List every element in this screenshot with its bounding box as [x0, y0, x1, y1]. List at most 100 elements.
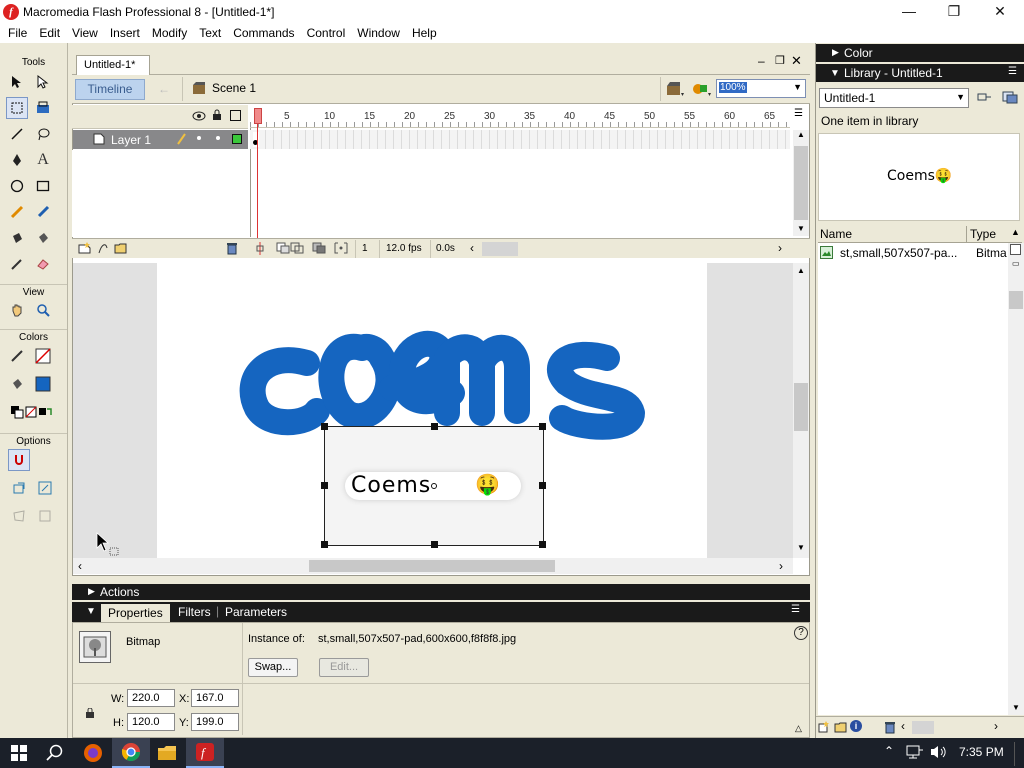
transform-handle[interactable]: [321, 541, 328, 548]
scroll-left-icon[interactable]: ‹: [901, 719, 905, 733]
scene-label[interactable]: Scene 1: [212, 81, 256, 95]
eyedropper-tool-icon[interactable]: [6, 253, 28, 275]
hand-tool-icon[interactable]: [6, 299, 28, 321]
swap-button[interactable]: Swap...: [248, 658, 298, 677]
layer-row[interactable]: Layer 1: [73, 130, 248, 149]
menu-window[interactable]: Window: [351, 26, 406, 40]
doc-restore-icon[interactable]: ❐: [775, 54, 785, 67]
chevron-down-icon[interactable]: ▼: [956, 92, 965, 102]
swap-colors-icon[interactable]: [34, 401, 56, 423]
stage-vscroll[interactable]: ▲ ▼: [793, 263, 809, 558]
network-icon[interactable]: [906, 744, 924, 763]
stroke-color-swatch[interactable]: [32, 345, 54, 367]
timeline-hscroll-thumb[interactable]: [482, 242, 518, 256]
timeline-menu-icon[interactable]: ☰: [794, 108, 803, 119]
library-select[interactable]: Untitled-1 ▼: [819, 88, 969, 108]
menu-view[interactable]: View: [66, 26, 104, 40]
rectangle-tool-icon[interactable]: [32, 175, 54, 197]
eye-icon[interactable]: [192, 110, 206, 124]
subselection-tool-icon[interactable]: [32, 71, 54, 93]
center-frame-icon[interactable]: [255, 242, 265, 258]
pin-library-icon[interactable]: [976, 90, 992, 107]
panel-menu-icon[interactable]: ☰: [791, 604, 800, 615]
transform-handle[interactable]: [321, 423, 328, 430]
lasso-tool-icon[interactable]: [32, 123, 54, 145]
insert-layer-icon[interactable]: [78, 242, 92, 257]
menu-edit[interactable]: Edit: [33, 26, 66, 40]
fill-color-swatch[interactable]: [32, 373, 54, 395]
frame-rate[interactable]: 12.0 fps: [386, 243, 422, 254]
column-type[interactable]: Type: [970, 227, 996, 241]
onion-skin-icon[interactable]: [276, 242, 290, 257]
timeline-toggle-button[interactable]: Timeline: [75, 79, 145, 100]
chrome-icon[interactable]: [112, 738, 150, 768]
stroke-color-icon[interactable]: [6, 345, 28, 367]
zoom-select[interactable]: 100% ▼: [716, 79, 806, 98]
transform-handle[interactable]: [539, 423, 546, 430]
pencil-tool-icon[interactable]: [6, 201, 28, 223]
rotate-skew-icon[interactable]: [8, 477, 30, 499]
minimize-button[interactable]: —: [886, 0, 932, 23]
collapse-arrow-icon[interactable]: ▼: [86, 606, 96, 617]
volume-icon[interactable]: [930, 744, 948, 763]
doc-close-icon[interactable]: ✕: [791, 53, 802, 69]
transform-handle[interactable]: [539, 541, 546, 548]
stage-hscroll[interactable]: ‹ ›: [73, 558, 793, 574]
transform-handle[interactable]: [431, 423, 438, 430]
expand-arrow-icon[interactable]: ▶: [88, 586, 95, 597]
actions-panel-header[interactable]: ▶ Actions: [72, 584, 810, 600]
edit-multiple-frames-icon[interactable]: [312, 242, 326, 257]
new-library-panel-icon[interactable]: [1002, 90, 1018, 107]
lock-proportions-icon[interactable]: [86, 707, 94, 721]
add-motion-guide-icon[interactable]: [98, 242, 108, 257]
menu-text[interactable]: Text: [193, 26, 227, 40]
snap-magnet-icon[interactable]: [8, 449, 30, 471]
doc-minimize-icon[interactable]: –: [758, 54, 765, 68]
fill-color-icon[interactable]: [6, 373, 28, 395]
restore-button[interactable]: ❐: [931, 0, 977, 23]
tab-parameters[interactable]: Parameters: [225, 605, 287, 619]
delete-layer-icon[interactable]: [226, 242, 238, 258]
y-field[interactable]: 199.0: [191, 713, 239, 731]
paint-bucket-tool-icon[interactable]: [32, 227, 54, 249]
search-icon[interactable]: [36, 738, 74, 768]
scroll-left-icon[interactable]: ‹: [470, 241, 474, 255]
layer-outline-color[interactable]: [232, 134, 242, 144]
menu-modify[interactable]: Modify: [146, 26, 193, 40]
playhead[interactable]: [254, 108, 262, 248]
properties-info-icon[interactable]: i: [850, 720, 862, 732]
panel-expand-icon[interactable]: △: [795, 723, 802, 734]
zoom-tool-icon[interactable]: [32, 299, 54, 321]
library-hscroll-thumb[interactable]: [912, 721, 934, 734]
menu-help[interactable]: Help: [406, 26, 443, 40]
color-panel-header[interactable]: ▶ Color: [816, 44, 1024, 62]
eraser-tool-icon[interactable]: [32, 253, 54, 275]
show-desktop[interactable]: [1014, 742, 1015, 766]
selected-bitmap[interactable]: Coems 🤑: [321, 423, 546, 548]
free-transform-tool-icon[interactable]: [6, 97, 28, 119]
line-tool-icon[interactable]: [6, 123, 28, 145]
panel-menu-icon[interactable]: ☰: [1008, 66, 1017, 77]
height-field[interactable]: 120.0: [127, 713, 175, 731]
tab-properties[interactable]: Properties: [101, 604, 170, 622]
oval-tool-icon[interactable]: [6, 175, 28, 197]
layer-visible-dot[interactable]: [197, 136, 201, 140]
timeline-vscroll[interactable]: ▲ ▼: [793, 130, 809, 236]
frame-ruler[interactable]: 1 5 10 15 20 25 30 35 40 45 50 55 60 65: [250, 105, 790, 128]
close-button[interactable]: ✕: [977, 0, 1023, 23]
tab-filters[interactable]: Filters: [178, 605, 211, 619]
lock-icon[interactable]: [212, 109, 222, 124]
outline-icon[interactable]: [230, 110, 241, 121]
layer-lock-dot[interactable]: [216, 136, 220, 140]
transform-handle[interactable]: [431, 541, 438, 548]
help-icon[interactable]: ?: [794, 626, 808, 640]
onion-skin-outlines-icon[interactable]: [290, 242, 304, 257]
frame-row[interactable]: [250, 130, 790, 149]
start-icon[interactable]: [0, 738, 38, 768]
transform-center-point[interactable]: [431, 483, 437, 489]
document-tab[interactable]: Untitled-1*: [76, 55, 150, 75]
fill-transform-tool-icon[interactable]: [32, 97, 54, 119]
sort-arrow-icon[interactable]: ▲: [1011, 227, 1020, 237]
delete-item-icon[interactable]: [884, 721, 896, 737]
collapse-arrow-icon[interactable]: ▼: [830, 68, 840, 79]
